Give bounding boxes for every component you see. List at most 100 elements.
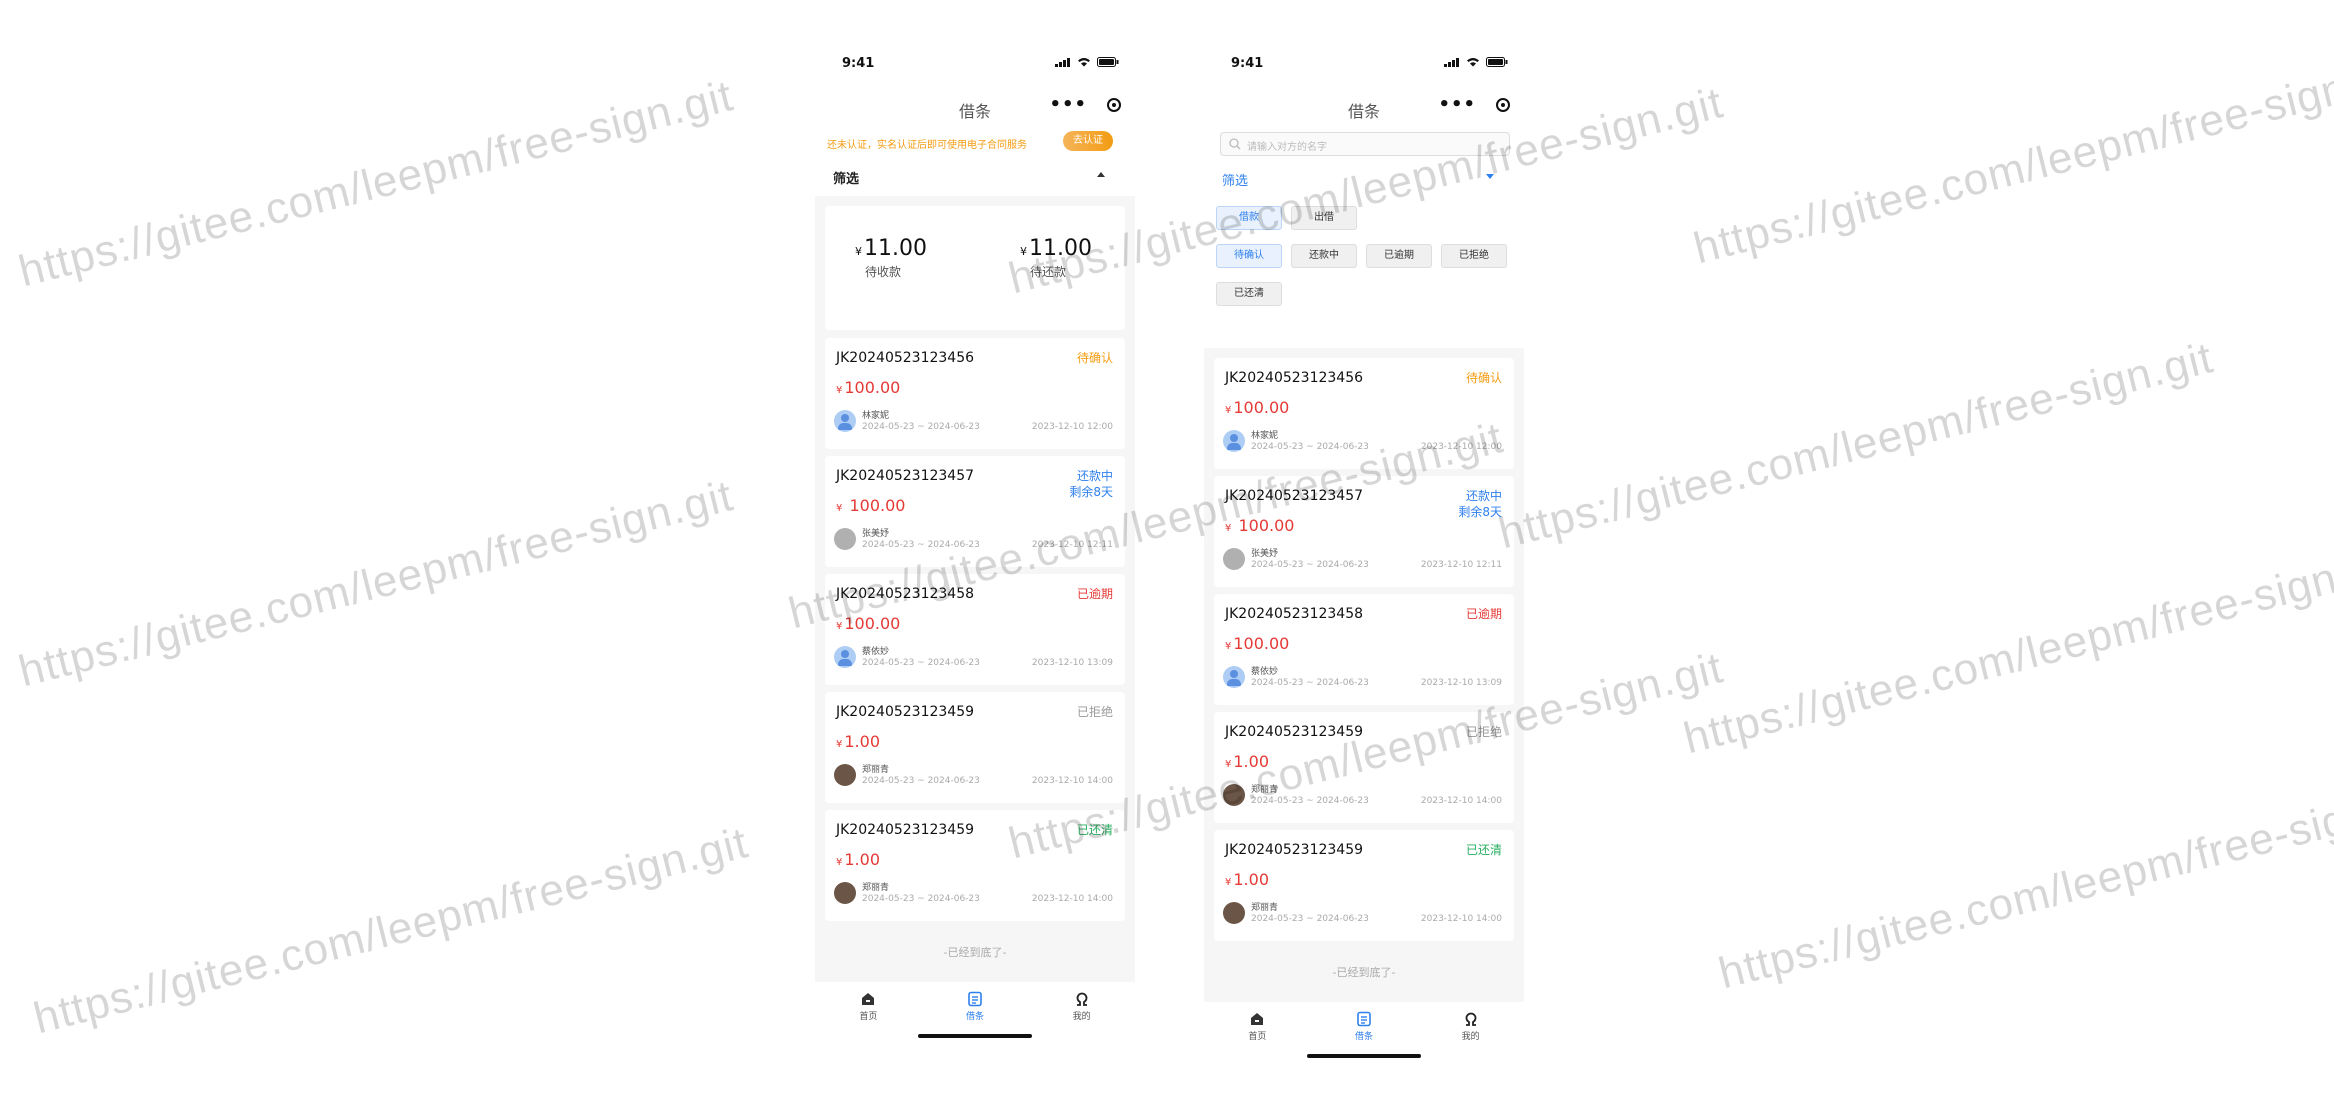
watermark: https://gitee.com/leepm/free-sign.git	[1713, 773, 2334, 999]
avatar	[1223, 548, 1245, 570]
filter-bar[interactable]: 筛选	[815, 156, 1135, 196]
watermark: https://gitee.com/leepm/free-sign.git	[13, 71, 739, 297]
loan-date-range: 2024-05-23 ~ 2024-06-23	[862, 894, 980, 904]
counterparty-name: 蔡依妙	[1251, 667, 1279, 677]
tab-home[interactable]: 首页	[815, 982, 922, 1026]
loan-amount: ¥ 100.00	[1225, 516, 1295, 535]
chip-type-borrow[interactable]: 借款	[1216, 206, 1282, 230]
receivable-label: 待收款	[865, 265, 902, 279]
phone-screen-list: 9:41 借条 ••• 还未认证，实名认证后即可使用电子合同服务 去认证 筛选 …	[815, 40, 1135, 1050]
loan-amount: ¥1.00	[836, 850, 880, 869]
tab-label: 首页	[859, 1012, 878, 1022]
loan-number: JK20240523123457	[1225, 488, 1364, 504]
loan-timestamp: 2023-12-10 14:00	[1420, 914, 1502, 924]
chip-status-overdue[interactable]: 已逾期	[1366, 244, 1432, 268]
loan-status: 已逾期	[1076, 587, 1113, 601]
loan-card[interactable]: JK20240523123458 已逾期 ¥100.00 蔡依妙 2024-05…	[1214, 594, 1514, 705]
tab-mine[interactable]: 我的	[1417, 1002, 1524, 1046]
loan-timestamp: 2023-12-10 12:00	[1031, 422, 1113, 432]
loan-amount: ¥100.00	[1225, 398, 1290, 417]
verify-button[interactable]: 去认证	[1063, 131, 1113, 151]
chevron-down-icon[interactable]	[1486, 174, 1494, 179]
loan-date-range: 2024-05-23 ~ 2024-06-23	[862, 540, 980, 550]
loan-amount: ¥ 100.00	[836, 496, 906, 515]
close-target-icon[interactable]	[1107, 97, 1121, 112]
loan-number: JK20240523123457	[836, 468, 975, 484]
tab-home[interactable]: 首页	[1204, 1002, 1311, 1046]
loan-card[interactable]: JK20240523123458 已逾期 ¥100.00 蔡依妙 2024-05…	[825, 574, 1125, 685]
watermark: https://gitee.com/leepm/free-sign.git	[13, 471, 739, 697]
tab-notes[interactable]: 借条	[1311, 1002, 1418, 1046]
chip-status-settled[interactable]: 已还清	[1216, 282, 1282, 306]
loan-date-range: 2024-05-23 ~ 2024-06-23	[1251, 678, 1369, 688]
avatar	[1223, 902, 1245, 924]
loan-card[interactable]: JK20240523123457 还款中 剩余8天 ¥ 100.00 张美妤 20…	[825, 456, 1125, 567]
chip-status-rejected[interactable]: 已拒绝	[1441, 244, 1507, 268]
loan-card[interactable]: JK20240523123456 待确认 ¥100.00 林家妮 2024-05…	[1214, 358, 1514, 469]
loan-date-range: 2024-05-23 ~ 2024-06-23	[862, 422, 980, 432]
mini-program-capsule: •••	[1438, 94, 1510, 115]
loan-card[interactable]: JK20240523123459 已拒绝 ¥1.00 郑丽青 2024-05-2…	[1214, 712, 1514, 823]
counterparty-name: 郑丽青	[1251, 785, 1279, 795]
tab-label: 借条	[966, 1012, 985, 1022]
tab-label: 借条	[1355, 1032, 1374, 1042]
loan-timestamp: 2023-12-10 12:00	[1420, 442, 1502, 452]
profile-icon	[1028, 990, 1135, 1008]
more-icon[interactable]: •••	[1049, 94, 1087, 115]
loan-number: JK20240523123459	[836, 822, 975, 838]
battery-icon	[1097, 57, 1119, 67]
tab-label: 我的	[1461, 1032, 1480, 1042]
wifi-icon	[1078, 58, 1090, 67]
tab-label: 我的	[1072, 1012, 1091, 1022]
loan-list: JK20240523123456 待确认 ¥100.00 林家妮 2024-05…	[1214, 358, 1514, 941]
watermark: https://gitee.com/leepm/free-sign.git	[28, 818, 754, 1044]
counterparty-name: 蔡依妙	[862, 647, 890, 657]
chevron-up-icon[interactable]	[1097, 172, 1105, 177]
signal-icon	[1444, 57, 1459, 67]
receivable-amount: 11.00	[864, 236, 927, 261]
loan-timestamp: 2023-12-10 14:00	[1420, 796, 1502, 806]
status-bar: 9:41	[815, 40, 1135, 88]
counterparty-name: 郑丽青	[1251, 903, 1279, 913]
counterparty-name: 林家妮	[1251, 431, 1279, 441]
loan-date-range: 2024-05-23 ~ 2024-06-23	[862, 658, 980, 668]
tab-notes[interactable]: 借条	[922, 982, 1029, 1026]
status-bar: 9:41	[1204, 40, 1524, 88]
battery-icon	[1486, 57, 1508, 67]
note-icon	[1311, 1010, 1418, 1028]
more-icon[interactable]: •••	[1438, 94, 1476, 115]
loan-card[interactable]: JK20240523123459 已拒绝 ¥1.00 郑丽青 2024-05-2…	[825, 692, 1125, 803]
tab-bar: 首页 借条 我的	[815, 982, 1135, 1026]
counterparty-name: 张美妤	[862, 529, 890, 539]
loan-card[interactable]: JK20240523123457 还款中 剩余8天 ¥ 100.00 张美妤 20…	[1214, 476, 1514, 587]
loan-list: JK20240523123456 待确认 ¥100.00 林家妮 2024-05…	[825, 338, 1125, 921]
payable-amount: 11.00	[1029, 236, 1092, 261]
avatar	[834, 410, 856, 432]
loan-timestamp: 2023-12-10 14:00	[1031, 894, 1113, 904]
mini-program-capsule: •••	[1049, 94, 1121, 115]
loan-number: JK20240523123456	[1225, 370, 1364, 386]
summary-card: ¥11.00 待收款 ¥11.00 待还款	[825, 206, 1125, 330]
tab-label: 首页	[1248, 1032, 1267, 1042]
chip-status-pending[interactable]: 待确认	[1216, 244, 1282, 268]
loan-card[interactable]: JK20240523123459 已还清 ¥1.00 郑丽青 2024-05-2…	[825, 810, 1125, 921]
close-target-icon[interactable]	[1496, 97, 1510, 112]
tab-mine[interactable]: 我的	[1028, 982, 1135, 1026]
note-icon	[922, 990, 1029, 1008]
loan-status: 已还清	[1465, 843, 1502, 857]
loan-number: JK20240523123459	[1225, 724, 1364, 740]
loan-card[interactable]: JK20240523123456 待确认 ¥100.00 林家妮 2024-05…	[825, 338, 1125, 449]
currency-symbol: ¥	[855, 245, 862, 258]
loan-card[interactable]: JK20240523123459 已还清 ¥1.00 郑丽青 2024-05-2…	[1214, 830, 1514, 941]
loan-amount: ¥1.00	[1225, 752, 1269, 771]
loan-status: 待确认	[1465, 371, 1502, 385]
filter-bar[interactable]: 筛选	[1204, 158, 1524, 198]
avatar	[1223, 430, 1245, 452]
counterparty-name: 郑丽青	[862, 883, 890, 893]
chip-type-lend[interactable]: 出借	[1291, 206, 1357, 230]
search-input[interactable]: 请输入对方的名字	[1220, 132, 1510, 156]
verify-notice: 还未认证，实名认证后即可使用电子合同服务 去认证	[815, 128, 1135, 156]
loan-status: 还款中 剩余8天	[1069, 469, 1113, 499]
loan-date-range: 2024-05-23 ~ 2024-06-23	[1251, 796, 1369, 806]
chip-status-repaying[interactable]: 还款中	[1291, 244, 1357, 268]
